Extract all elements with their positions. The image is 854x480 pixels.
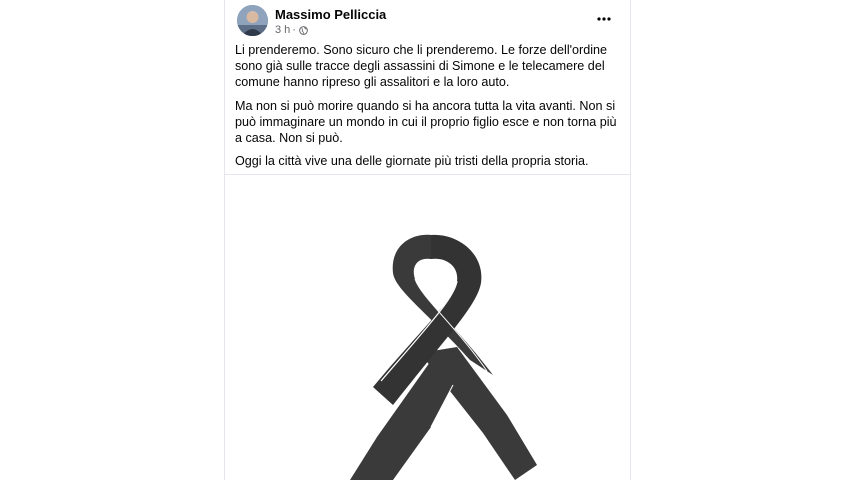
post-paragraph: Ma non si può morire quando si ha ancora…	[235, 98, 617, 146]
author-avatar[interactable]	[237, 5, 268, 36]
facebook-post: Massimo Pelliccia 3 h · Li prenderemo. S…	[224, 0, 631, 480]
post-paragraph: Oggi la città vive una delle giornate pi…	[235, 154, 589, 169]
post-timestamp[interactable]: 3 h	[275, 24, 290, 36]
avatar-photo	[237, 5, 268, 36]
post-paragraph: Li prenderemo. Sono sicuro che li prende…	[235, 43, 608, 90]
author-name[interactable]: Massimo Pelliccia	[275, 7, 386, 22]
post-text: Li prenderemo. Sono sicuro che li prende…	[235, 42, 617, 176]
more-options-icon	[597, 17, 611, 21]
meta-separator: ·	[292, 24, 296, 36]
globe-icon[interactable]	[299, 25, 308, 35]
post-meta: 3 h ·	[275, 24, 308, 36]
more-options-button[interactable]	[592, 9, 616, 29]
post-header: Massimo Pelliccia 3 h ·	[225, 0, 630, 44]
mourning-ribbon-image	[350, 234, 537, 480]
post-image[interactable]	[225, 175, 630, 480]
